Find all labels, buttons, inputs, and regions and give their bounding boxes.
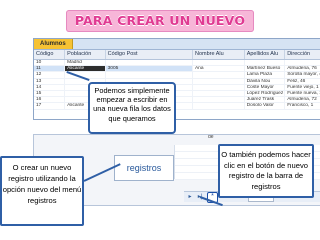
tab-alumnos[interactable]: Alumnos bbox=[34, 39, 73, 49]
table-cell[interactable]: Feliz, 46 bbox=[285, 79, 320, 84]
slide-title: PARA CREAR UN NUEVO REGISTRO bbox=[66, 10, 254, 50]
table-tab-bar: Alumnos bbox=[34, 39, 320, 50]
column-header[interactable]: Nombre Alu bbox=[193, 50, 245, 59]
table-cell[interactable]: Fuente nueva, 1 bbox=[285, 91, 320, 96]
column-header[interactable]: Código bbox=[34, 50, 66, 59]
callout-new-record-button: O también podemos hacer clic en el botón… bbox=[218, 144, 314, 198]
table-cell[interactable]: Sorolla mayor, 45 bbox=[285, 72, 320, 77]
table-cell[interactable] bbox=[106, 72, 193, 78]
column-header[interactable]: Apellidos Alu bbox=[245, 50, 286, 59]
table-cell[interactable] bbox=[285, 60, 320, 65]
record-label: de bbox=[208, 134, 214, 140]
table-view-screenshot: Alumnos Código Población Código Post Nom… bbox=[33, 38, 320, 120]
next-record-icon[interactable]: ▸ bbox=[186, 193, 194, 201]
table-cell[interactable] bbox=[245, 60, 286, 66]
table-cell[interactable]: Lama Plaza bbox=[245, 72, 286, 78]
table-cell[interactable]: Juárez Trask bbox=[245, 97, 286, 103]
table-cell[interactable]: Martínez Bueso bbox=[245, 66, 286, 72]
table-cell[interactable]: Fuente viejo, 1 bbox=[285, 85, 320, 90]
table-cell[interactable] bbox=[106, 60, 193, 66]
table-cell[interactable]: Madrid bbox=[65, 60, 106, 66]
table-cell[interactable]: Almudena, 76 bbox=[285, 66, 320, 71]
table-cell[interactable]: 11 bbox=[34, 66, 66, 72]
table-cell[interactable] bbox=[193, 60, 245, 66]
table-cell[interactable]: Dosolo Valor bbox=[245, 103, 286, 109]
table-cell[interactable]: 13 bbox=[34, 78, 66, 84]
table-cell[interactable]: Alicante bbox=[65, 66, 106, 72]
table-cell[interactable]: 14 bbox=[34, 84, 66, 90]
registros-menu-button[interactable]: registros bbox=[114, 155, 174, 181]
table-cell[interactable] bbox=[193, 103, 245, 109]
table-cell[interactable]: 17 bbox=[34, 103, 66, 109]
table-row[interactable]: 17 Alicante Dosolo Valor Francisco, 1 bbox=[34, 103, 320, 110]
table-cell[interactable] bbox=[193, 84, 245, 90]
column-header[interactable]: Población bbox=[65, 50, 106, 59]
table-cell[interactable]: 15 bbox=[34, 90, 66, 97]
callout-menu-new: O crear un nuevo registro utilizando la … bbox=[0, 156, 84, 226]
column-header[interactable]: Código Post bbox=[106, 50, 193, 59]
column-header[interactable]: Dirección bbox=[285, 50, 320, 59]
table-cell[interactable]: 16 bbox=[34, 97, 66, 103]
table-cell[interactable] bbox=[193, 78, 245, 84]
table-cell[interactable] bbox=[193, 90, 245, 97]
table-header: Código Población Código Post Nombre Alu … bbox=[34, 50, 320, 60]
table-body: 10 Madrid 11 Alicante 3005 Ana Martínez Bueso A… bbox=[34, 60, 320, 110]
table-cell[interactable] bbox=[193, 97, 245, 103]
table-cell[interactable]: Ana bbox=[193, 66, 245, 72]
table-cell[interactable]: Almudena, 72 bbox=[285, 97, 320, 102]
table-cell[interactable]: Francisco, 1 bbox=[285, 103, 320, 108]
table-cell[interactable]: Dávila Nou bbox=[245, 78, 286, 84]
table-cell[interactable]: 3005 bbox=[105, 66, 193, 72]
table-cell[interactable]: 12 bbox=[34, 72, 66, 78]
table-cell[interactable] bbox=[193, 72, 245, 78]
table-cell[interactable]: López Rodríguez bbox=[245, 90, 286, 97]
table-cell[interactable]: 10 bbox=[34, 60, 66, 66]
table-cell[interactable]: Coste Mayor bbox=[245, 84, 286, 90]
callout-type-new-row: Podemos simplemente empezar a escribir e… bbox=[88, 82, 176, 134]
